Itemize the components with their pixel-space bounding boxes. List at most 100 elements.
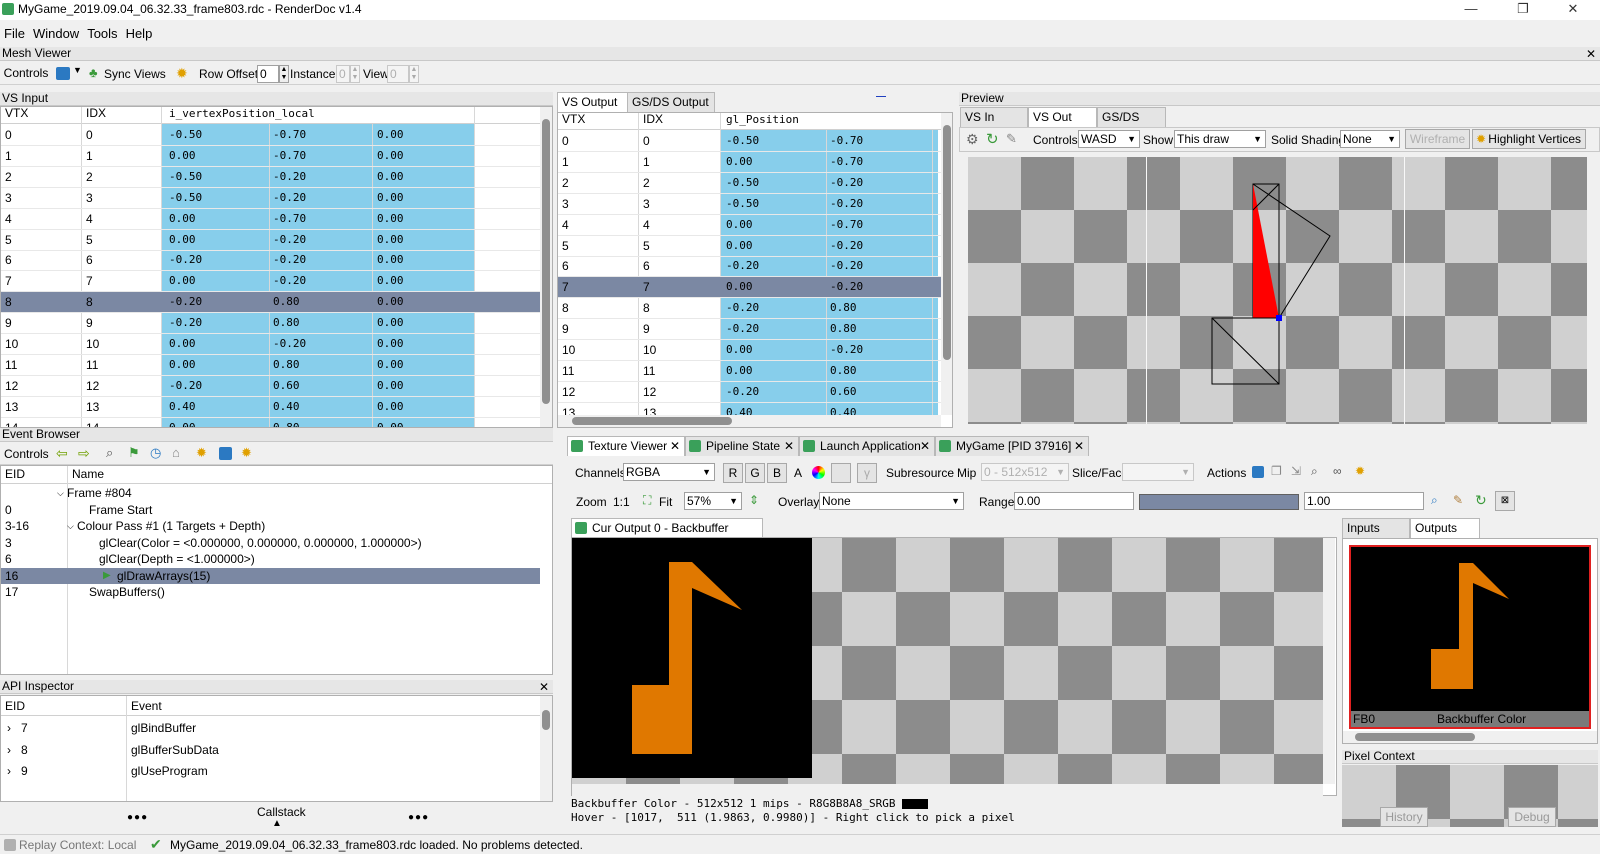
tab-outputs[interactable]: Outputs xyxy=(1410,518,1480,538)
menu-help[interactable]: Help xyxy=(122,23,157,41)
instance-input[interactable]: 0 xyxy=(336,65,350,83)
vs-output-row[interactable]: 1 1 0.00 -0.70 xyxy=(558,152,941,172)
tab-pipeline-state[interactable]: Pipeline State ✕ xyxy=(685,436,799,456)
copy-icon[interactable]: ❐ xyxy=(1271,464,1282,478)
vs-input-row[interactable]: 0 0 -0.50 -0.70 0.00 xyxy=(1,125,540,145)
expand-chevron-icon[interactable]: › xyxy=(7,740,11,760)
minimize-button[interactable]: — xyxy=(1448,1,1494,19)
menu-window[interactable]: Window xyxy=(29,23,83,41)
view-input[interactable]: 0 xyxy=(387,65,409,83)
show-select[interactable]: This draw ▼ xyxy=(1174,130,1266,148)
bookmark-flag-icon[interactable]: ⚑ xyxy=(128,445,140,461)
next-event-icon[interactable]: ⇨ xyxy=(78,445,90,462)
vs-input-row[interactable]: 10 10 0.00 -0.20 0.00 xyxy=(1,334,540,354)
reset-camera-icon[interactable]: ↻ xyxy=(986,130,999,148)
vs-input-row[interactable]: 1 1 0.00 -0.70 0.00 xyxy=(1,146,540,166)
vs-input-row[interactable]: 13 13 0.40 0.40 0.00 xyxy=(1,397,540,417)
vs-input-row[interactable]: 14 14 0.00 0.80 0.00 xyxy=(1,418,540,427)
tab-texture-viewer[interactable]: Texture Viewer ✕ xyxy=(567,436,685,456)
vs-input-row[interactable]: 4 4 0.00 -0.70 0.00 xyxy=(1,209,540,229)
vs-input-table[interactable]: VTX IDX i_vertexPosition_local 0 0 -0.50 -0… xyxy=(0,106,553,428)
settings-icon[interactable]: ✹ xyxy=(196,445,207,461)
col-idx[interactable]: IDX xyxy=(86,107,106,122)
expand-chevron-icon[interactable]: › xyxy=(7,718,11,738)
vs-input-row[interactable]: 11 11 0.00 0.80 0.00 xyxy=(1,355,540,375)
vs-output-row[interactable]: 0 0 -0.50 -0.70 xyxy=(558,131,941,151)
channel-g-toggle[interactable]: G xyxy=(745,463,765,483)
mesh-preview-viewport[interactable] xyxy=(968,157,1587,424)
tab-gsds-output[interactable]: GS/DS Output xyxy=(627,92,715,112)
view-spinner[interactable]: ▲ ▼ xyxy=(409,65,419,83)
vs-output-row[interactable]: 2 2 -0.50 -0.20 xyxy=(558,173,941,193)
solid-shading-select[interactable]: None ▼ xyxy=(1340,130,1400,148)
time-durations-icon[interactable]: ◷ xyxy=(150,445,161,461)
api-row[interactable]: › 9 glUseProgram xyxy=(1,761,540,781)
api-scrollbar[interactable] xyxy=(540,696,552,801)
event-tree-scrollbar[interactable] xyxy=(540,484,552,674)
api-col-eid[interactable]: EID xyxy=(5,698,25,714)
api-inspector-table[interactable]: EID Event › 7 glBindBuffer › 8 glBufferSubDat… xyxy=(0,695,553,802)
event-row[interactable]: ⌵ Frame #804 xyxy=(1,485,540,501)
texture-canvas[interactable] xyxy=(571,537,1337,796)
instance-spinner[interactable]: ▲ ▼ xyxy=(350,65,360,83)
vs-output-table[interactable]: VTX IDX gl_Position 0 0 -0.50 -0.70 1 1 0.00 -0… xyxy=(557,112,953,428)
highlight-vertices-button[interactable]: ✹ Highlight Vertices xyxy=(1472,129,1586,149)
canvas-v-scrollbar[interactable] xyxy=(1323,538,1335,784)
camera-settings-icon[interactable]: ⚙ xyxy=(966,131,979,148)
debug-button[interactable]: Debug xyxy=(1508,807,1556,827)
vs-output-row[interactable]: 10 10 0.00 -0.20 xyxy=(558,340,941,360)
range-min-input[interactable]: 0.00 xyxy=(1014,492,1134,510)
slice-face-select[interactable]: ▼ xyxy=(1122,463,1194,481)
pick-vertex-icon[interactable]: ✎ xyxy=(1006,131,1017,147)
options-icon[interactable]: ✹ xyxy=(241,445,252,461)
close-tab-icon[interactable]: ✕ xyxy=(784,437,794,455)
close-tab-icon[interactable]: ✕ xyxy=(1074,437,1084,455)
link-icon[interactable]: ∞ xyxy=(1333,464,1342,478)
export-icon[interactable]: ⌂ xyxy=(172,445,180,460)
fit-button[interactable]: Fit xyxy=(659,495,672,509)
restore-button[interactable]: ❐ xyxy=(1500,1,1546,19)
vs-input-row[interactable]: 8 8 -0.20 0.80 0.00 xyxy=(1,292,540,313)
panel-minimize-icon[interactable] xyxy=(876,96,886,97)
tree-expand-icon[interactable]: ⌵ xyxy=(67,518,74,534)
row-offset-input[interactable]: 0 xyxy=(257,65,279,83)
tab-inputs[interactable]: Inputs xyxy=(1342,518,1410,538)
history-button[interactable]: History xyxy=(1380,807,1428,827)
callstack-right-handle[interactable]: ●●● xyxy=(408,812,429,823)
close-api-inspector-icon[interactable]: ✕ xyxy=(538,681,550,693)
tab-gsds-out[interactable]: GS/DS Out xyxy=(1097,107,1166,142)
event-tree[interactable]: EID Name ⌵ Frame #804 0 Frame Start 3-16 ⌵ Col… xyxy=(0,465,553,675)
vs-output-row[interactable]: 7 7 0.00 -0.20 xyxy=(558,277,941,298)
api-col-event[interactable]: Event xyxy=(131,698,162,714)
controls-select[interactable]: WASD ▼ xyxy=(1078,130,1140,148)
vs-output-v-scrollbar[interactable] xyxy=(941,113,952,415)
vs-output-row[interactable]: 8 8 -0.20 0.80 xyxy=(558,298,941,318)
tab-vs-output[interactable]: VS Output xyxy=(557,92,630,112)
callstack-left-handle[interactable]: ●●● xyxy=(127,812,148,823)
save-icon[interactable] xyxy=(56,67,70,80)
vs-output-row[interactable]: 4 4 0.00 -0.70 xyxy=(558,215,941,235)
gamma-toggle[interactable]: γ xyxy=(857,463,877,483)
wireframe-button[interactable]: Wireframe xyxy=(1405,129,1470,149)
channels-select[interactable]: RGBA ▼ xyxy=(623,463,715,481)
tab-cur-output[interactable]: Cur Output 0 - Backbuffer Color xyxy=(571,518,763,553)
col-eid[interactable]: EID xyxy=(5,466,25,482)
save-events-icon[interactable] xyxy=(219,447,232,460)
col-idx-out[interactable]: IDX xyxy=(643,113,663,128)
sync-views-button[interactable]: Sync Views xyxy=(104,67,166,81)
tree-expand-icon[interactable]: ⌵ xyxy=(57,485,64,501)
col-vertex-position[interactable]: i_vertexPosition_local xyxy=(169,107,315,122)
channel-b-toggle[interactable]: B xyxy=(767,463,787,483)
col-vtx-out[interactable]: VTX xyxy=(562,113,585,128)
col-gl-position[interactable]: gl_Position xyxy=(726,113,799,128)
close-tab-icon[interactable]: ✕ xyxy=(670,437,680,455)
prev-event-icon[interactable]: ⇦ xyxy=(56,445,68,462)
close-window-button[interactable]: ✕ xyxy=(1550,1,1596,19)
callstack-toggle[interactable]: Callstack xyxy=(257,805,306,819)
zoom-1to1-button[interactable]: 1:1 xyxy=(613,495,630,509)
vs-input-scrollbar[interactable] xyxy=(540,107,552,427)
vs-output-row[interactable]: 11 11 0.00 0.80 xyxy=(558,361,941,381)
menu-file[interactable]: File xyxy=(0,23,29,41)
mip-select[interactable]: 0 - 512x512 ▼ xyxy=(981,463,1069,481)
event-row[interactable]: 16 ▶ glDrawArrays(15) xyxy=(1,567,540,584)
